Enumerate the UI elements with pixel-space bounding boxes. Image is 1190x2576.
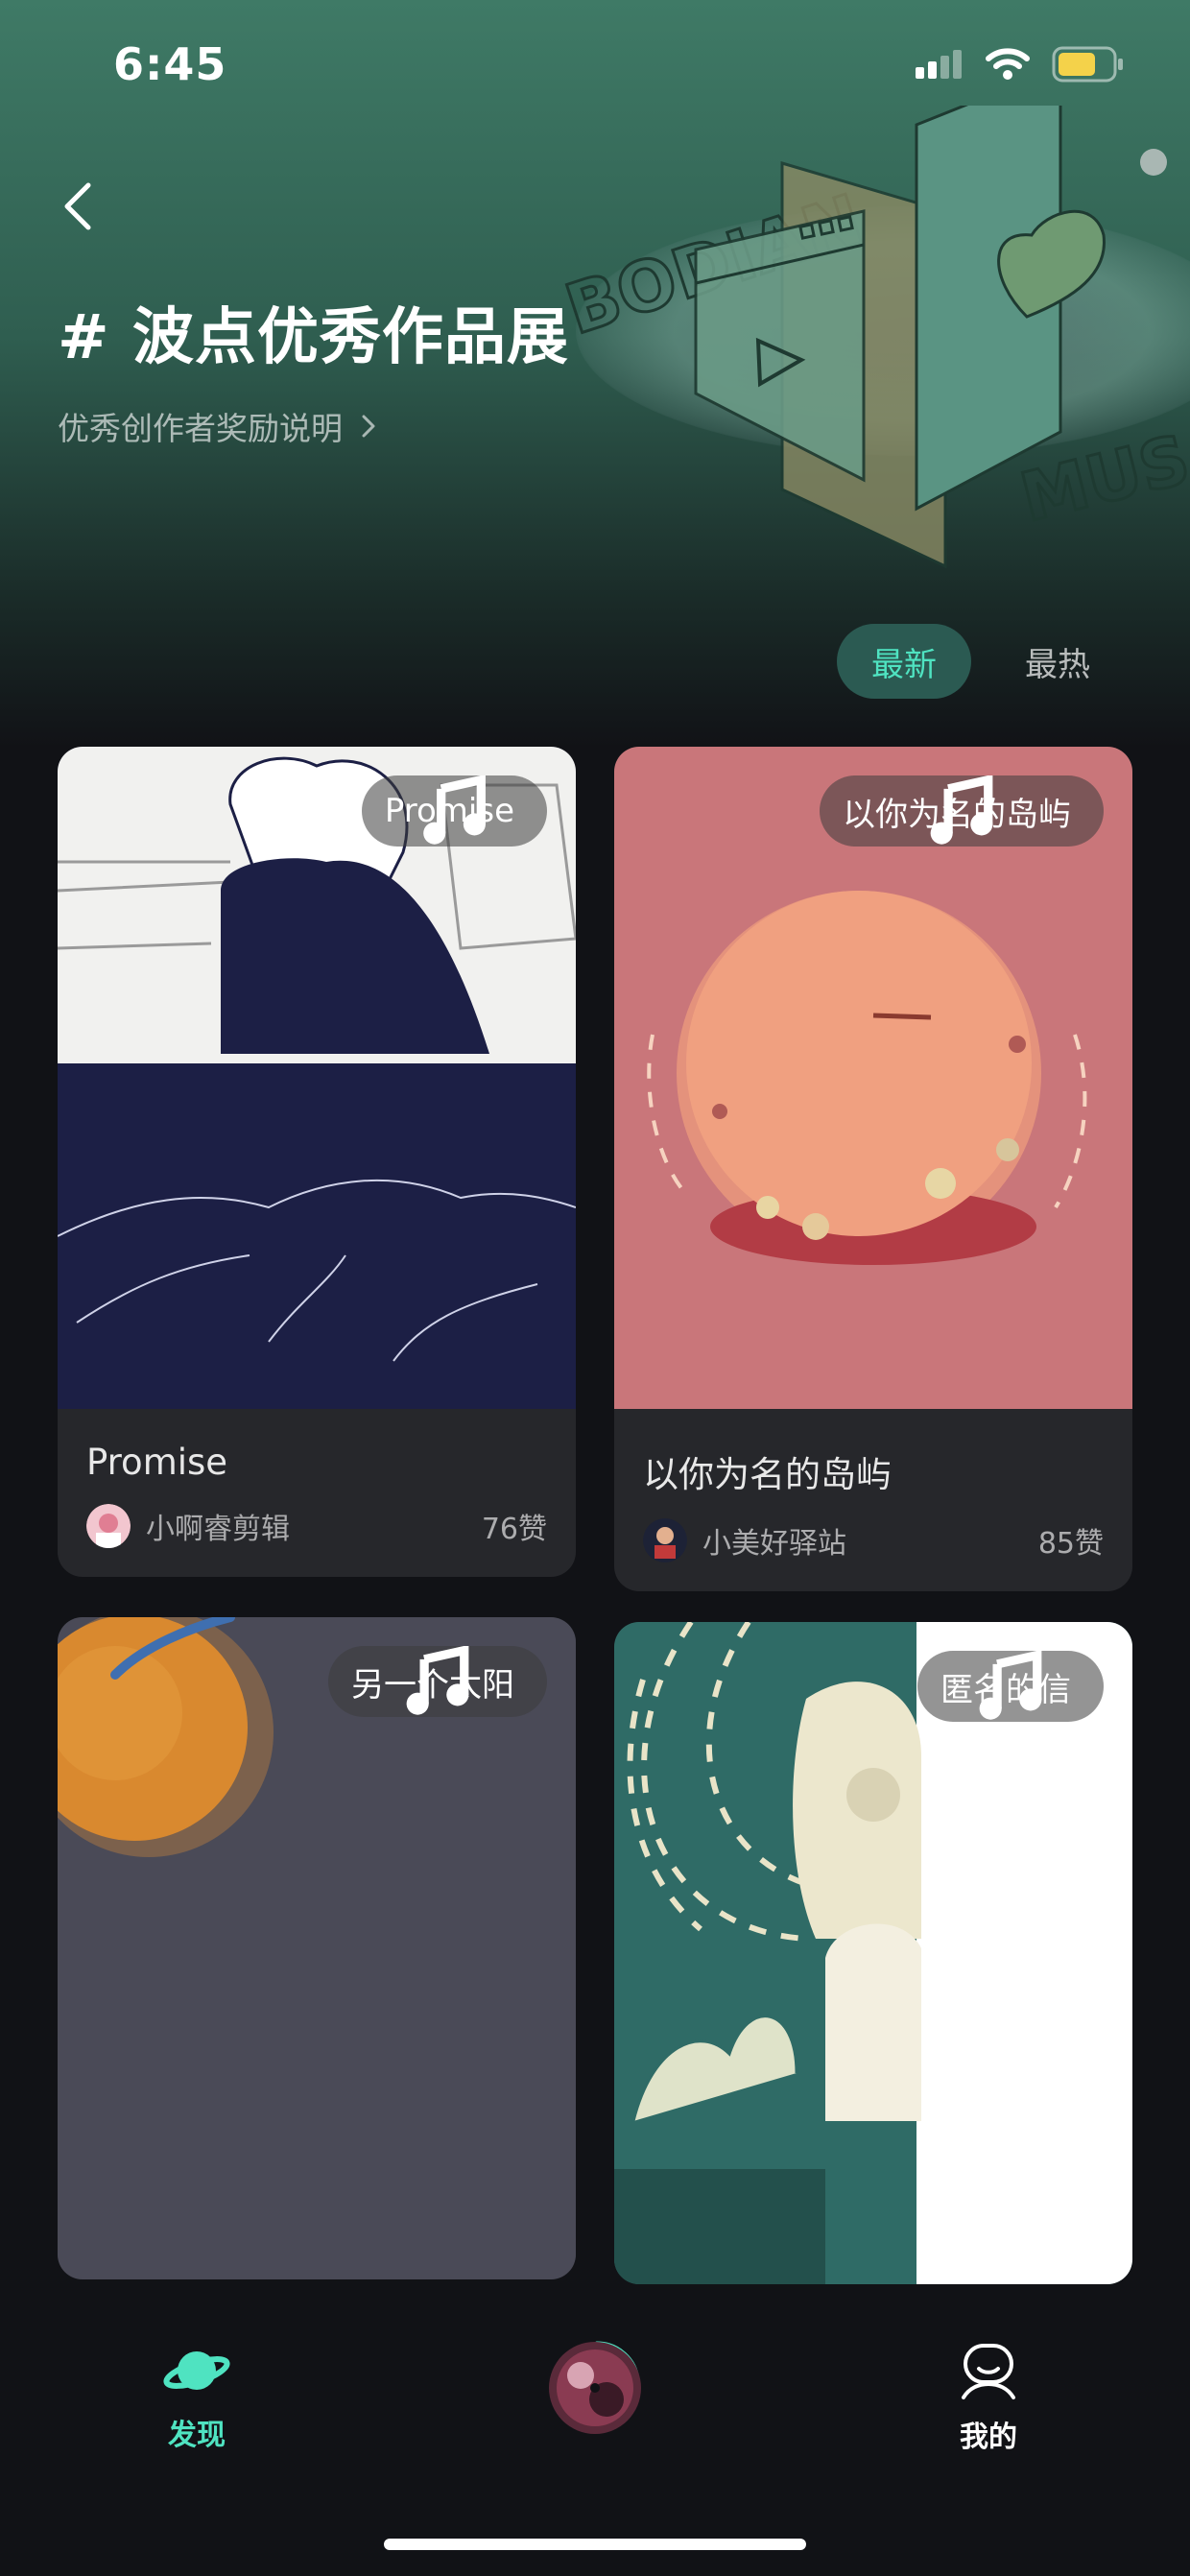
wifi-icon xyxy=(986,48,1030,80)
back-button[interactable] xyxy=(56,178,104,235)
status-icons xyxy=(916,46,1125,83)
work-card[interactable]: Promise Promise 小啊睿剪辑 76赞 xyxy=(58,747,576,1577)
song-tag[interactable]: 以你为名的岛屿 xyxy=(820,775,1104,847)
battery-icon xyxy=(1052,46,1123,83)
work-card[interactable]: 匿名的信 xyxy=(614,1622,1132,2284)
tab-mine[interactable]: 我的 xyxy=(958,2342,1019,2455)
avatar[interactable] xyxy=(643,1518,687,1562)
status-time: 6:45 xyxy=(113,38,227,90)
user-profile-icon xyxy=(962,2344,1015,2399)
work-meta: 小美好驿站 85赞 xyxy=(643,1518,1104,1562)
chevron-right-icon xyxy=(362,415,375,438)
now-playing-disc[interactable] xyxy=(537,2332,653,2438)
tab-discover[interactable]: 发现 xyxy=(163,2342,230,2453)
author-name[interactable]: 小啊睿剪辑 xyxy=(146,1505,482,1547)
work-meta: 小啊睿剪辑 76赞 xyxy=(86,1504,547,1548)
sort-tabs: 最新 最热 xyxy=(837,624,1125,699)
song-tag[interactable]: 另一个太阳 xyxy=(328,1646,547,1717)
tab-latest[interactable]: 最新 xyxy=(837,624,971,699)
home-indicator xyxy=(384,2539,806,2550)
work-title: 以你为名的岛屿 xyxy=(643,1454,892,1495)
avatar[interactable] xyxy=(86,1504,131,1548)
work-cover: 另一个太阳 xyxy=(58,1617,576,2279)
music-note-icon xyxy=(979,1651,1042,1720)
cellular-signal-icon xyxy=(916,50,962,79)
work-card[interactable]: 另一个太阳 xyxy=(58,1617,576,2279)
banner-illustration: BODIAN MUS xyxy=(555,106,1190,569)
status-bar: 6:45 xyxy=(0,0,1190,130)
work-info: 以你为名的岛屿 小美好驿站 85赞 xyxy=(614,1409,1132,1591)
planet-icon xyxy=(163,2351,230,2390)
music-note-icon xyxy=(423,775,486,845)
author-name[interactable]: 小美好驿站 xyxy=(702,1519,1038,1562)
work-cover: 以你为名的岛屿 xyxy=(614,747,1132,1409)
like-count: 85赞 xyxy=(1037,1527,1104,1561)
tab-discover-label: 发现 xyxy=(168,2419,226,2452)
like-count: 76赞 xyxy=(481,1513,547,1546)
song-tag[interactable]: Promise xyxy=(361,775,547,847)
work-card[interactable]: 以你为名的岛屿 以你为名的岛屿 小美好驿站 85赞 xyxy=(614,747,1132,1591)
reward-info-label: 优秀创作者奖励说明 xyxy=(58,410,343,447)
song-tag[interactable]: 匿名的信 xyxy=(917,1651,1104,1722)
tab-mine-label: 我的 xyxy=(960,2421,1017,2454)
chevron-left-icon xyxy=(64,182,91,230)
work-cover: 匿名的信 xyxy=(614,1622,1132,2284)
work-info: Promise 小啊睿剪辑 76赞 xyxy=(58,1409,576,1577)
work-title: Promise xyxy=(86,1442,228,1483)
tab-hottest[interactable]: 最热 xyxy=(990,624,1125,699)
bottom-tab-bar: 发现 我的 xyxy=(0,2294,1190,2576)
album-disc-icon xyxy=(549,2341,641,2434)
page-title: # 波点优秀作品展 xyxy=(58,302,569,373)
reward-info-link[interactable]: 优秀创作者奖励说明 xyxy=(58,403,377,449)
music-note-icon xyxy=(930,775,993,845)
work-cover: Promise xyxy=(58,747,576,1409)
music-note-icon xyxy=(406,1646,469,1715)
